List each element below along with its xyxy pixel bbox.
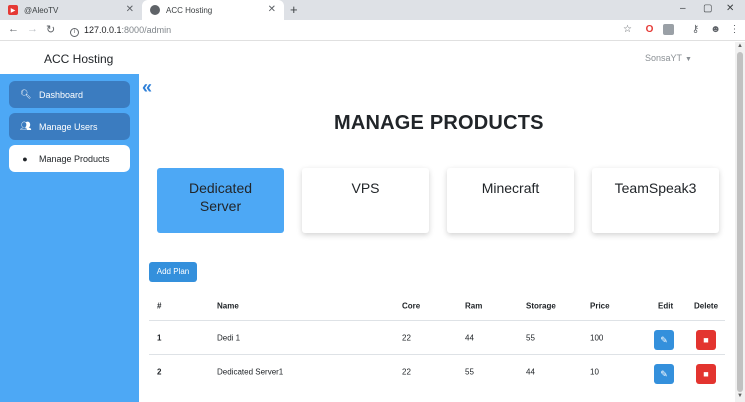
tab-title: ACC Hosting: [166, 5, 213, 15]
sidebar-item-manage-users[interactable]: 👥︎ Manage Users: [9, 113, 130, 140]
delete-button[interactable]: ■: [696, 364, 716, 384]
cell-price: 100: [590, 333, 604, 342]
column-header: Core: [402, 301, 421, 311]
column-header: Price: [590, 301, 610, 311]
page-scrollbar[interactable]: ▲ ▼: [735, 42, 745, 402]
category-card-teamspeak3[interactable]: TeamSpeak3: [592, 168, 719, 233]
column-header: #: [157, 301, 162, 311]
bookmark-star-icon[interactable]: ☆: [622, 24, 633, 35]
info-icon[interactable]: i: [70, 28, 79, 37]
sidebar-item-dashboard[interactable]: 🔍︎ Dashboard: [9, 81, 130, 108]
edit-icon: ✎: [660, 369, 668, 379]
cell-id: 2: [157, 367, 162, 376]
scrollbar-thumb[interactable]: [737, 52, 743, 392]
brand-logo[interactable]: ACC Hosting: [44, 52, 113, 66]
browser-tab-strip: ▶ @AleoTV ✕ ACC Hosting ✕ + – ▢ ✕: [0, 0, 745, 20]
column-header: Ram: [465, 301, 483, 311]
minimize-icon[interactable]: –: [680, 3, 686, 14]
table-row: 2 Dedicated Server1 22 55 44 10 ✎ ■: [149, 354, 725, 388]
column-header: Delete: [694, 301, 719, 311]
user-dropdown[interactable]: SonsaYT ▼: [645, 53, 692, 63]
product-icon: ●: [22, 153, 28, 164]
cell-storage: 44: [526, 367, 535, 376]
column-header: Name: [217, 301, 239, 311]
new-tab-icon[interactable]: +: [290, 2, 298, 17]
users-icon: 👥︎: [20, 121, 32, 131]
url-field[interactable]: i 127.0.0.1:8000/admin: [70, 25, 171, 37]
menu-dots-icon[interactable]: ⋮: [729, 24, 740, 35]
card-label-line1: Dedicated: [188, 180, 253, 196]
delete-button[interactable]: ■: [696, 330, 716, 350]
column-header: Storage: [526, 301, 556, 311]
maximize-icon[interactable]: ▢: [703, 3, 712, 14]
scroll-up-icon[interactable]: ▲: [737, 43, 743, 49]
cell-ram: 44: [465, 333, 474, 342]
add-plan-button[interactable]: Add Plan: [149, 262, 197, 282]
card-label-line1: Minecraft: [481, 180, 540, 196]
app-window: ▶ @AleoTV ✕ ACC Hosting ✕ + – ▢ ✕ ← → ↻ …: [0, 0, 745, 402]
trash-icon: ■: [703, 369, 709, 379]
browser-address-bar: ← → ↻ i 127.0.0.1:8000/admin ☆ O ⚷ ☻ ⋮: [0, 20, 745, 41]
category-card-minecraft[interactable]: Minecraft: [447, 168, 574, 233]
browser-tab-aleotv[interactable]: ▶ @AleoTV ✕: [0, 0, 142, 20]
scroll-down-icon[interactable]: ▼: [737, 393, 743, 399]
sidebar-item-label: Manage Products: [39, 153, 110, 164]
key-icon[interactable]: ⚷: [690, 24, 701, 35]
top-navbar: ACC Hosting SonsaYT ▼: [0, 42, 745, 74]
caret-down-icon: ▼: [685, 56, 692, 63]
cell-core: 22: [402, 367, 411, 376]
user-name: SonsaYT: [645, 53, 683, 63]
close-icon[interactable]: ✕: [268, 4, 276, 15]
category-card-dedicated-server[interactable]: Dedicated Server: [157, 168, 284, 233]
opera-extension-icon[interactable]: O: [644, 24, 655, 35]
plans-table: # Name Core Ram Storage Price Edit Delet…: [149, 292, 725, 388]
cell-core: 22: [402, 333, 411, 342]
sidebar-item-label: Dashboard: [39, 89, 84, 100]
cell-name: Dedi 1: [217, 333, 241, 342]
reload-icon[interactable]: ↻: [46, 23, 55, 36]
table-row: 1 Dedi 1 22 44 55 100 ✎ ■: [149, 320, 725, 354]
sidebar-item-label: Manage Users: [39, 121, 98, 132]
tab-title: @AleoTV: [24, 5, 59, 15]
globe-icon: [150, 5, 160, 15]
page-title: MANAGE PRODUCTS: [334, 112, 544, 134]
collapse-sidebar-icon[interactable]: «: [142, 78, 152, 96]
url-host: 127.0.0.1: [84, 25, 122, 35]
cell-id: 1: [157, 333, 162, 342]
edit-button[interactable]: ✎: [654, 364, 674, 384]
edit-button[interactable]: ✎: [654, 330, 674, 350]
sidebar-item-manage-products[interactable]: ● Manage Products: [9, 145, 130, 172]
card-label-line1: VPS: [351, 180, 380, 196]
search-icon: 🔍︎: [20, 89, 32, 99]
profile-icon[interactable]: ☻: [710, 24, 721, 35]
url-path: :8000/admin: [121, 25, 172, 35]
column-header: Edit: [658, 301, 674, 311]
sidebar: 🔍︎ Dashboard 👥︎ Manage Users ● Manage Pr…: [0, 74, 139, 402]
cell-price: 10: [590, 367, 599, 376]
window-close-icon[interactable]: ✕: [726, 3, 734, 14]
cell-name: Dedicated Server1: [217, 367, 284, 376]
browser-tab-acc-hosting[interactable]: ACC Hosting ✕: [142, 0, 284, 20]
extension-icon[interactable]: [663, 24, 674, 35]
category-card-vps[interactable]: VPS: [302, 168, 429, 233]
close-icon[interactable]: ✕: [126, 4, 134, 15]
card-label-line1: TeamSpeak3: [614, 180, 697, 196]
forward-arrow-icon[interactable]: →: [27, 23, 38, 35]
trash-icon: ■: [703, 335, 709, 345]
edit-icon: ✎: [660, 335, 668, 345]
table-header-row: # Name Core Ram Storage Price Edit Delet…: [149, 292, 725, 320]
back-arrow-icon[interactable]: ←: [8, 23, 19, 35]
cell-storage: 55: [526, 333, 535, 342]
card-label-line2: Server: [199, 198, 242, 214]
cell-ram: 55: [465, 367, 474, 376]
youtube-studio-icon: ▶: [8, 5, 18, 15]
